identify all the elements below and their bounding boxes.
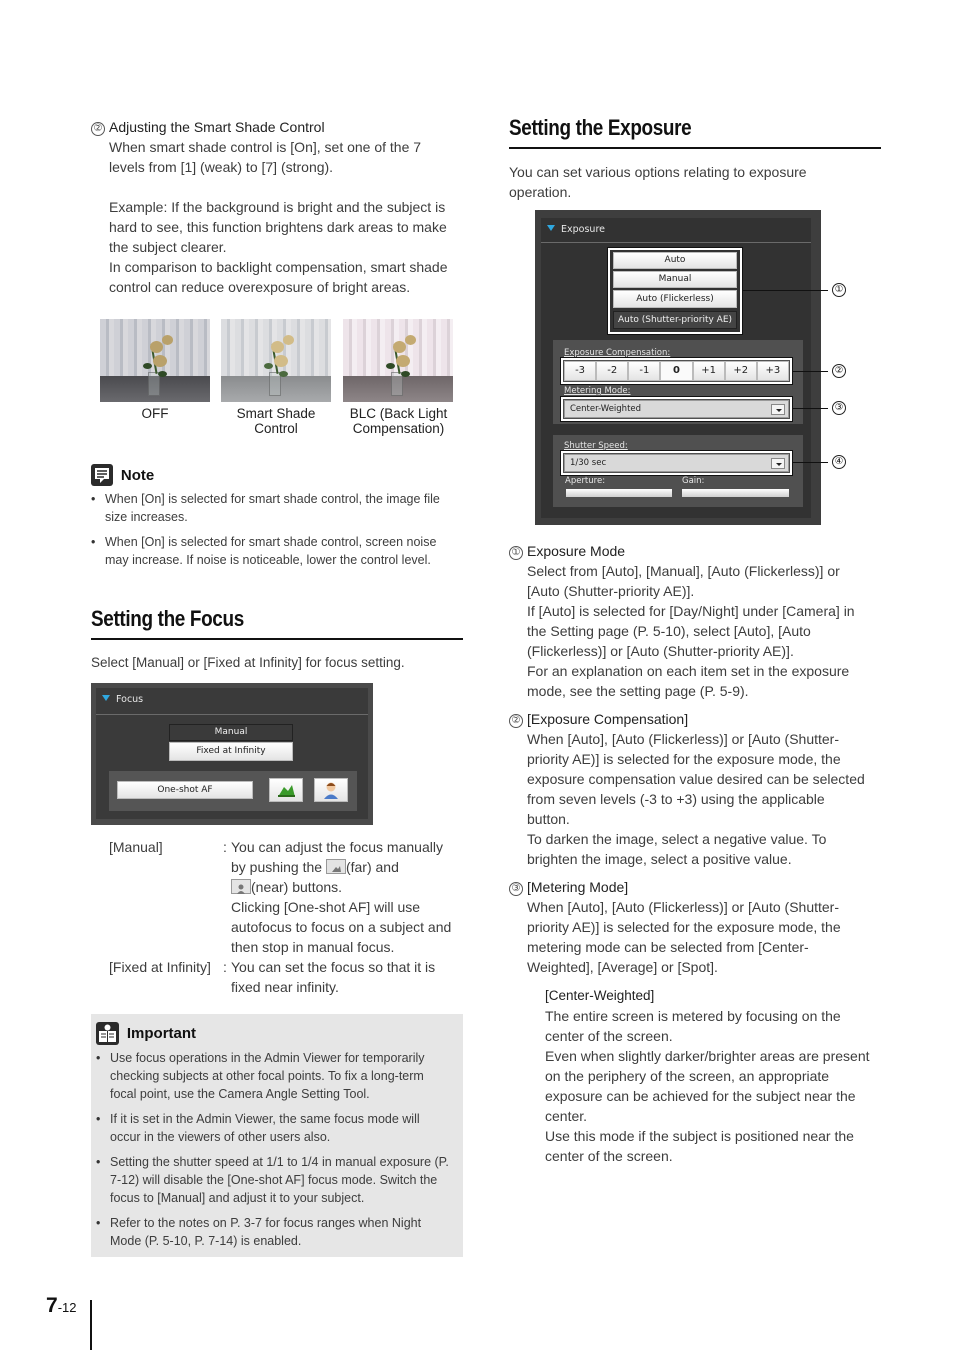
list-item: Setting the shutter speed at 1/1 to 1/4 … bbox=[96, 1153, 451, 1207]
aperture-label: Aperture: bbox=[565, 476, 606, 486]
list-item: Refer to the notes on P. 3-7 for focus r… bbox=[96, 1214, 451, 1250]
exposure-compensation-body: When [Auto], [Auto (Flickerless)] or [Au… bbox=[527, 731, 865, 867]
focus-panel-title: Focus bbox=[102, 694, 143, 705]
metering-mode-body: When [Auto], [Auto (Flickerless)] or [Au… bbox=[527, 899, 841, 975]
photo-blc bbox=[343, 319, 453, 402]
list-item: When [On] is selected for smart shade co… bbox=[91, 490, 461, 526]
callout-frame-1 bbox=[607, 247, 743, 335]
exposure-mode-body: Select from [Auto], [Manual], [Auto (Fli… bbox=[527, 563, 855, 699]
note-icon bbox=[91, 464, 113, 486]
text-line: In comparison to backlight compensation,… bbox=[109, 259, 448, 275]
chapter-number: 7 bbox=[46, 1294, 58, 1317]
photo-caption: OFF bbox=[141, 406, 169, 421]
callout-number-1: ① bbox=[832, 283, 846, 297]
smart-shade-body: When smart shade control is [On], set on… bbox=[109, 137, 469, 297]
focus-mode-fixed-infinity[interactable]: Fixed at Infinity bbox=[169, 742, 293, 761]
gain-label: Gain: bbox=[682, 476, 705, 486]
text-line bbox=[109, 177, 469, 197]
person-near-icon bbox=[324, 782, 338, 799]
collapse-triangle-icon[interactable] bbox=[547, 225, 555, 231]
callout-frame-3 bbox=[560, 396, 793, 422]
leader-line bbox=[792, 408, 828, 409]
gain-field[interactable] bbox=[682, 489, 789, 497]
exposure-mode-title: ① Exposure Mode bbox=[509, 541, 625, 561]
aperture-field[interactable] bbox=[566, 489, 672, 497]
leader-line bbox=[742, 290, 828, 291]
metering-mode-title: ③ [Metering Mode] bbox=[509, 877, 628, 897]
footer-rule bbox=[90, 1300, 92, 1350]
text-line: control can reduce overexposure of brigh… bbox=[109, 279, 411, 295]
text-line: levels from [1] (weak) to [7] (strong). bbox=[109, 159, 334, 175]
list-item: Use focus operations in the Admin Viewer… bbox=[96, 1049, 451, 1103]
step-number: ① bbox=[509, 546, 523, 560]
exposure-compensation-title: ② [Exposure Compensation] bbox=[509, 709, 688, 729]
def-body-manual: You can adjust the focus manually by pus… bbox=[231, 839, 452, 955]
page-number: 7-12 bbox=[46, 1294, 76, 1318]
callout-frame-2 bbox=[560, 357, 793, 385]
step-number: ② bbox=[509, 714, 523, 728]
focus-far-button[interactable] bbox=[269, 778, 303, 802]
page-suffix: -12 bbox=[57, 1300, 77, 1315]
exposure-panel: Exposure Auto Manual Auto (Flickerless) … bbox=[535, 210, 821, 525]
leader-line bbox=[792, 462, 828, 463]
important-icon bbox=[96, 1022, 119, 1045]
focus-panel: Focus Manual Fixed at Infinity One-shot … bbox=[91, 683, 373, 825]
important-box: Important Use focus operations in the Ad… bbox=[91, 1014, 463, 1257]
photo-caption: Smart Shade Control bbox=[236, 406, 316, 436]
center-weighted-body: The entire screen is metered by focusing… bbox=[545, 1008, 870, 1164]
focus-intro: Select [Manual] or [Fixed at Infinity] f… bbox=[91, 655, 405, 670]
heading-rule bbox=[91, 638, 463, 640]
smart-shade-title: ② Adjusting the Smart Shade Control bbox=[91, 117, 325, 137]
note-header: Note bbox=[91, 464, 154, 486]
near-icon-inline bbox=[231, 879, 251, 894]
photo-off bbox=[100, 319, 210, 402]
note-list: When [On] is selected for smart shade co… bbox=[91, 490, 461, 576]
metering-mode-label: Metering Mode: bbox=[564, 386, 631, 396]
landscape-far-icon bbox=[278, 785, 295, 797]
list-item: If it is set in the Admin Viewer, the sa… bbox=[96, 1110, 451, 1146]
focus-heading: Setting the Focus bbox=[91, 606, 244, 631]
list-item: When [On] is selected for smart shade co… bbox=[91, 533, 461, 569]
def-term-fixed-infinity: [Fixed at Infinity] bbox=[109, 959, 211, 975]
collapse-triangle-icon[interactable] bbox=[102, 695, 110, 701]
callout-number-3: ③ bbox=[832, 401, 846, 415]
center-weighted-title: [Center-Weighted] bbox=[545, 988, 655, 1003]
text-line: Example: If the background is bright and… bbox=[109, 199, 446, 215]
def-body-fixed-infinity: You can set the focus so that it is fixe… bbox=[231, 959, 436, 995]
important-title: Important bbox=[126, 1025, 197, 1042]
heading-rule bbox=[509, 147, 881, 149]
note-title: Note bbox=[120, 466, 155, 484]
exposure-panel-title: Exposure bbox=[547, 224, 605, 235]
important-header: Important bbox=[96, 1022, 196, 1045]
callout-frame-4 bbox=[560, 450, 793, 476]
step-number: ③ bbox=[509, 882, 523, 896]
def-colon: : bbox=[223, 839, 227, 855]
leader-line bbox=[792, 371, 828, 372]
callout-number-4: ④ bbox=[832, 455, 846, 469]
focus-near-button[interactable] bbox=[314, 778, 348, 802]
photo-caption: BLC (Back Light Compensation) bbox=[349, 406, 448, 436]
def-term-manual: [Manual] bbox=[109, 839, 163, 855]
step-number: ② bbox=[91, 122, 105, 136]
callout-number-2: ② bbox=[832, 364, 846, 378]
def-colon: : bbox=[223, 959, 227, 975]
focus-mode-manual[interactable]: Manual bbox=[169, 724, 293, 741]
shutter-speed-label: Shutter Speed: bbox=[564, 441, 628, 451]
exposure-heading: Setting the Exposure bbox=[509, 115, 692, 140]
photo-smart-shade bbox=[221, 319, 331, 402]
exposure-compensation-label: Exposure Compensation: bbox=[564, 348, 671, 358]
important-list: Use focus operations in the Admin Viewer… bbox=[96, 1049, 451, 1257]
text-line: hard to see, this function brightens dar… bbox=[109, 219, 447, 235]
text-line: the subject clearer. bbox=[109, 239, 227, 255]
text-line: When smart shade control is [On], set on… bbox=[109, 139, 422, 155]
one-shot-af-button[interactable]: One-shot AF bbox=[117, 781, 253, 799]
exposure-intro: You can set various options relating to … bbox=[509, 164, 807, 200]
far-icon-inline bbox=[325, 859, 346, 874]
